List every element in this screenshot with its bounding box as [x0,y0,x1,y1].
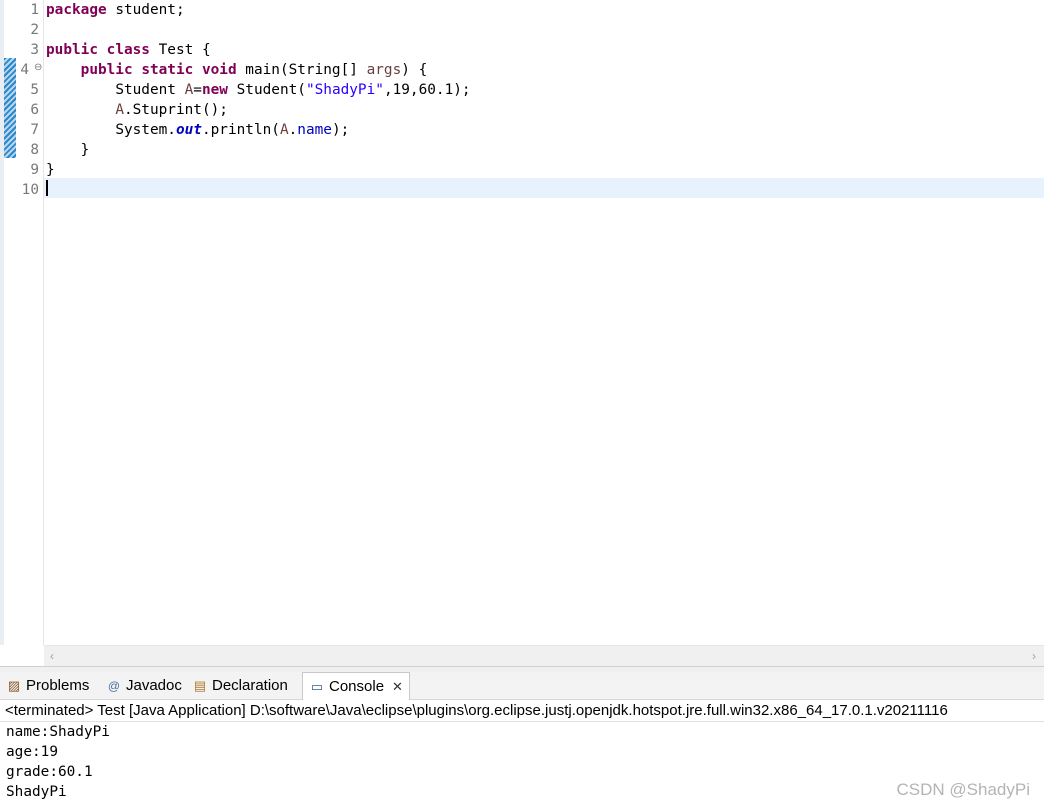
line-number: 10 [21,182,39,198]
line-number: 3 [30,42,39,58]
code-line-8: } [46,142,90,158]
declaration-icon: ▤ [193,678,207,693]
horizontal-scrollbar[interactable]: ‹ › [44,645,1044,666]
fold-collapse-icon[interactable]: ⊖ [34,62,42,74]
line-number: 9 [30,162,39,178]
console-icon: ▭ [310,679,324,694]
problems-icon: ▨ [7,678,21,693]
line-number: 5 [30,82,39,98]
code-line-4: public static void main(String[] args) { [80,62,428,78]
line-number: 7 [30,122,39,138]
code-line-3: public class Test { [46,42,211,58]
close-icon[interactable]: ✕ [392,679,403,694]
scroll-right-icon[interactable]: › [1032,648,1036,664]
watermark: CSDN @ShadyPi [896,780,1030,799]
tab-console[interactable]: ▭ Console ✕ [302,672,410,700]
console-output-line: age:19 [6,744,58,760]
line-number: 8 [30,142,39,158]
code-line-5: Student A=new Student("ShadyPi",19,60.1)… [115,82,471,98]
tab-javadoc[interactable]: @ Javadoc [106,672,182,700]
tab-problems[interactable]: ▨ Problems [6,672,90,700]
line-number: 1 [30,2,39,18]
code-line-7: System.out.println(A.name); [115,122,350,138]
console-output-line: ShadyPi [6,784,67,800]
line-number: 6 [30,102,39,118]
code-line-9: } [46,162,55,178]
code-line-6: A.Stuprint(); [115,102,228,118]
view-tab-bar: ▨ Problems @ Javadoc ▤ Declaration ▭ Console… [0,672,1044,700]
code-editor[interactable]: 1 2 3 4 5 6 7 8 9 10 ⊖ package student; … [0,0,1044,666]
code-line-1: package student; [46,2,185,18]
console-status: <terminated> Test [Java Application] D:\… [0,700,1044,722]
console-output-line: grade:60.1 [6,764,93,780]
tab-declaration[interactable]: ▤ Declaration [192,672,288,700]
text-caret [46,180,48,196]
scroll-left-icon[interactable]: ‹ [50,648,54,664]
code-text-area[interactable]: package student; public class Test { pub… [44,0,1044,645]
line-number: 4 [20,62,29,78]
line-number: 2 [30,22,39,38]
console-output-line: name:ShadyPi [6,724,110,740]
console-output[interactable]: name:ShadyPi age:19 grade:60.1 ShadyPi [0,722,1044,812]
at-icon: @ [107,679,121,693]
change-marker [4,58,16,158]
